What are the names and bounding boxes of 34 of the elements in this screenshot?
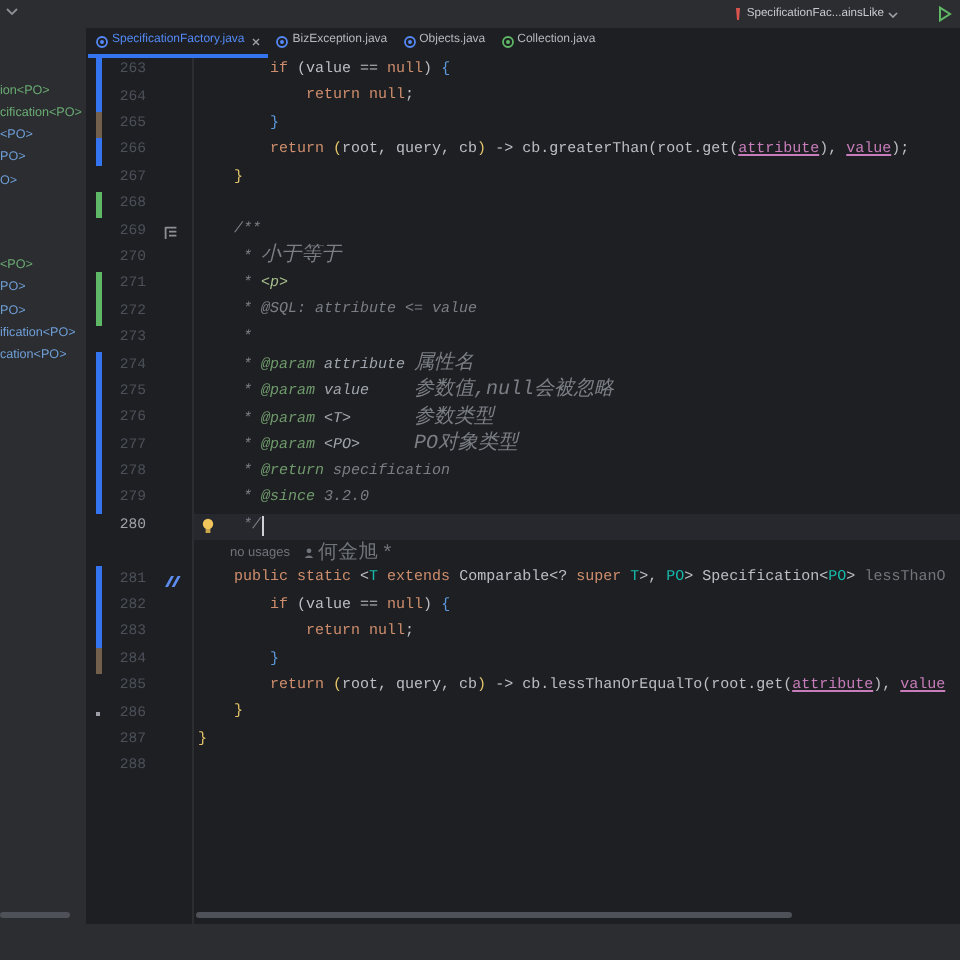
change-marker[interactable] (96, 620, 102, 648)
change-marker[interactable] (96, 406, 102, 433)
file-icon (276, 35, 289, 47)
text-caret (261, 516, 264, 537)
lightbulb-icon[interactable] (202, 517, 214, 534)
document-icon[interactable] (164, 225, 178, 240)
caret-icon (888, 11, 898, 17)
change-marker[interactable] (96, 138, 102, 166)
change-marker[interactable] (96, 459, 102, 487)
chevron-icon[interactable] (6, 8, 18, 16)
scrollbar[interactable] (0, 912, 70, 918)
file-icon (96, 35, 108, 47)
run-icon[interactable] (938, 6, 952, 22)
change-marker[interactable] (96, 486, 102, 514)
change-marker[interactable] (96, 593, 102, 621)
deletion-marker[interactable] (96, 712, 100, 717)
implementation-icon[interactable] (164, 573, 182, 588)
file-icon (403, 35, 416, 47)
change-marker[interactable] (96, 566, 102, 594)
change-marker[interactable] (96, 432, 102, 460)
file-icon (501, 35, 514, 47)
change-marker[interactable] (96, 352, 102, 380)
change-marker[interactable] (96, 379, 102, 407)
scrollbar[interactable] (196, 912, 792, 918)
person-icon (304, 548, 314, 559)
change-marker[interactable] (96, 84, 102, 112)
close-icon[interactable] (252, 37, 261, 45)
change-marker[interactable] (96, 191, 102, 219)
change-marker[interactable] (96, 647, 102, 674)
author-hint[interactable]: 何金旭 * (318, 543, 392, 564)
change-marker[interactable] (96, 58, 102, 85)
change-marker[interactable] (96, 299, 102, 326)
change-marker[interactable] (96, 111, 102, 139)
change-marker[interactable] (96, 272, 102, 300)
